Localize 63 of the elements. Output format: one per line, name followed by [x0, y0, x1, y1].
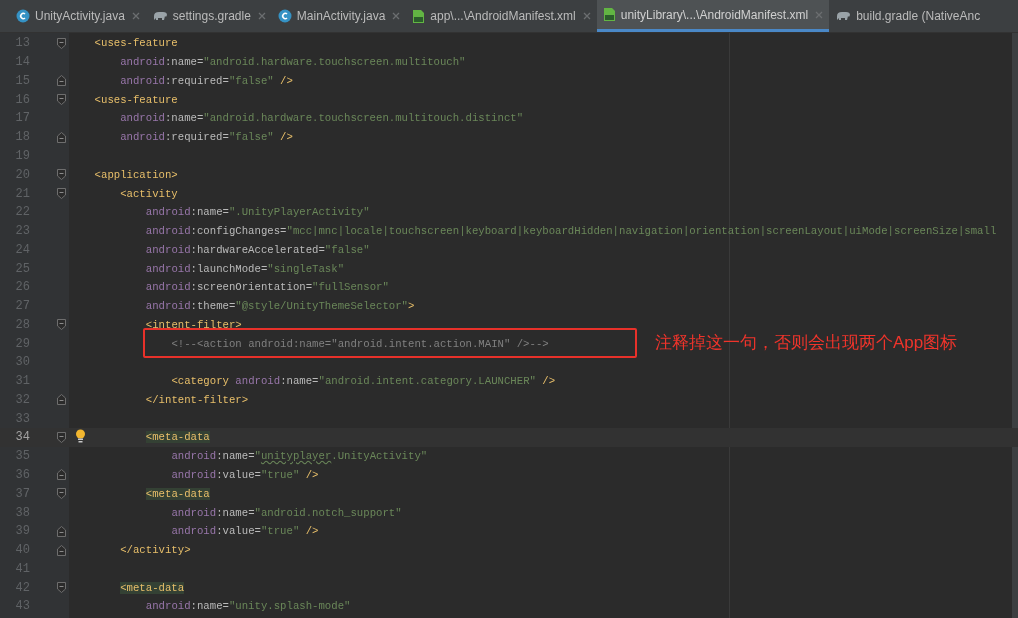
- code-line: android:required="false" />: [120, 73, 293, 89]
- fold-icon[interactable]: [57, 75, 66, 87]
- code-line: <uses-feature: [94, 36, 178, 52]
- elephant-icon: [835, 10, 852, 22]
- code-line: <!--<action android:name="android.intent.action.MAIN" />-->: [171, 336, 549, 352]
- code-line: <application>: [94, 167, 178, 183]
- editor-tab[interactable]: build.gradle (NativeAnc: [829, 0, 987, 32]
- code-line: android:theme="@style/UnityThemeSelector">: [145, 299, 415, 315]
- tab-label: app\...\AndroidManifest.xml: [430, 8, 576, 25]
- code-line: android:name="android.notch_support": [171, 505, 402, 521]
- close-icon[interactable]: [257, 12, 266, 20]
- tab-label: MainActivity.java: [296, 8, 386, 25]
- code-line: android:name="android.hardware.touchscreen.multitouch.distinct": [120, 111, 524, 127]
- code-line: android:screenOrientation="fullSensor": [145, 280, 389, 296]
- editor-tab[interactable]: UnityActivity.java: [10, 0, 146, 32]
- fold-icon[interactable]: [57, 94, 66, 106]
- close-icon[interactable]: [392, 12, 401, 20]
- lightbulb-icon[interactable]: [75, 429, 86, 444]
- file-icon: [602, 7, 616, 22]
- code-line: android:launchMode="singleTask": [145, 261, 345, 277]
- fold-icon[interactable]: [57, 319, 66, 331]
- editor-tab[interactable]: MainActivity.java: [271, 0, 407, 32]
- code-line: <uses-feature: [94, 92, 178, 108]
- fold-icon[interactable]: [57, 188, 66, 199]
- code-line: android:configChanges="mcc|mnc|locale|touchscreen|keyboard|keyboardHidden|navigation|orientation|screenLayout|uiMode|screenSize|small: [145, 224, 997, 240]
- class-icon: [277, 9, 292, 23]
- line-number: 34: [14, 429, 30, 447]
- file-icon: [412, 8, 426, 24]
- fold-icon[interactable]: [57, 37, 66, 49]
- code-line: android:name="unityplayer.UnityActivity": [171, 449, 428, 465]
- code-line: android:name=".UnityPlayerActivity": [145, 205, 370, 221]
- fold-icon[interactable]: [57, 582, 66, 594]
- tab-label: build.gradle (NativeAnc: [856, 8, 981, 25]
- code-line: android:value="true" />: [171, 524, 319, 540]
- fold-icon[interactable]: [57, 488, 66, 500]
- tab-label: unityLibrary\...\AndroidManifest.xml: [620, 6, 809, 24]
- code-line: </intent-filter>: [145, 392, 249, 408]
- fold-icon[interactable]: [57, 169, 66, 181]
- code-line: </activity>: [120, 543, 191, 559]
- fold-icon[interactable]: [57, 544, 66, 556]
- fold-icon[interactable]: [57, 525, 66, 537]
- code-line: <category android:name="android.intent.category.LAUNCHER" />: [171, 374, 556, 390]
- code-line: android:hardwareAccelerated="false": [145, 242, 370, 258]
- code-line: android:name="unity.splash-mode": [145, 599, 351, 615]
- fold-icon[interactable]: [57, 394, 66, 406]
- tab-label: settings.gradle: [172, 8, 251, 25]
- code-line: android:value="true" />: [171, 468, 319, 483]
- code-line: <activity: [120, 186, 178, 202]
- editor-tab[interactable]: app\...\AndroidManifest.xml: [406, 0, 597, 32]
- fold-icon[interactable]: [57, 469, 66, 481]
- class-icon: [16, 9, 30, 23]
- fold-icon[interactable]: [57, 431, 66, 443]
- annotation-text: 注释掉这一句，否则会出现两个App图标: [655, 332, 958, 355]
- fold-icon[interactable]: [57, 131, 66, 143]
- tab-label: UnityActivity.java: [35, 8, 125, 25]
- editor-tab[interactable]: unityLibrary\...\AndroidManifest.xml: [596, 0, 830, 32]
- code-line: <intent-filter>: [145, 317, 242, 333]
- close-icon[interactable]: [582, 12, 591, 20]
- code-line: android:name="android.hardware.touchscreen.multitouch": [120, 55, 466, 71]
- code-line: android:required="false" />: [120, 130, 293, 146]
- elephant-icon: [151, 10, 168, 22]
- close-icon[interactable]: [131, 12, 140, 20]
- editor-tab[interactable]: settings.gradle: [145, 0, 272, 32]
